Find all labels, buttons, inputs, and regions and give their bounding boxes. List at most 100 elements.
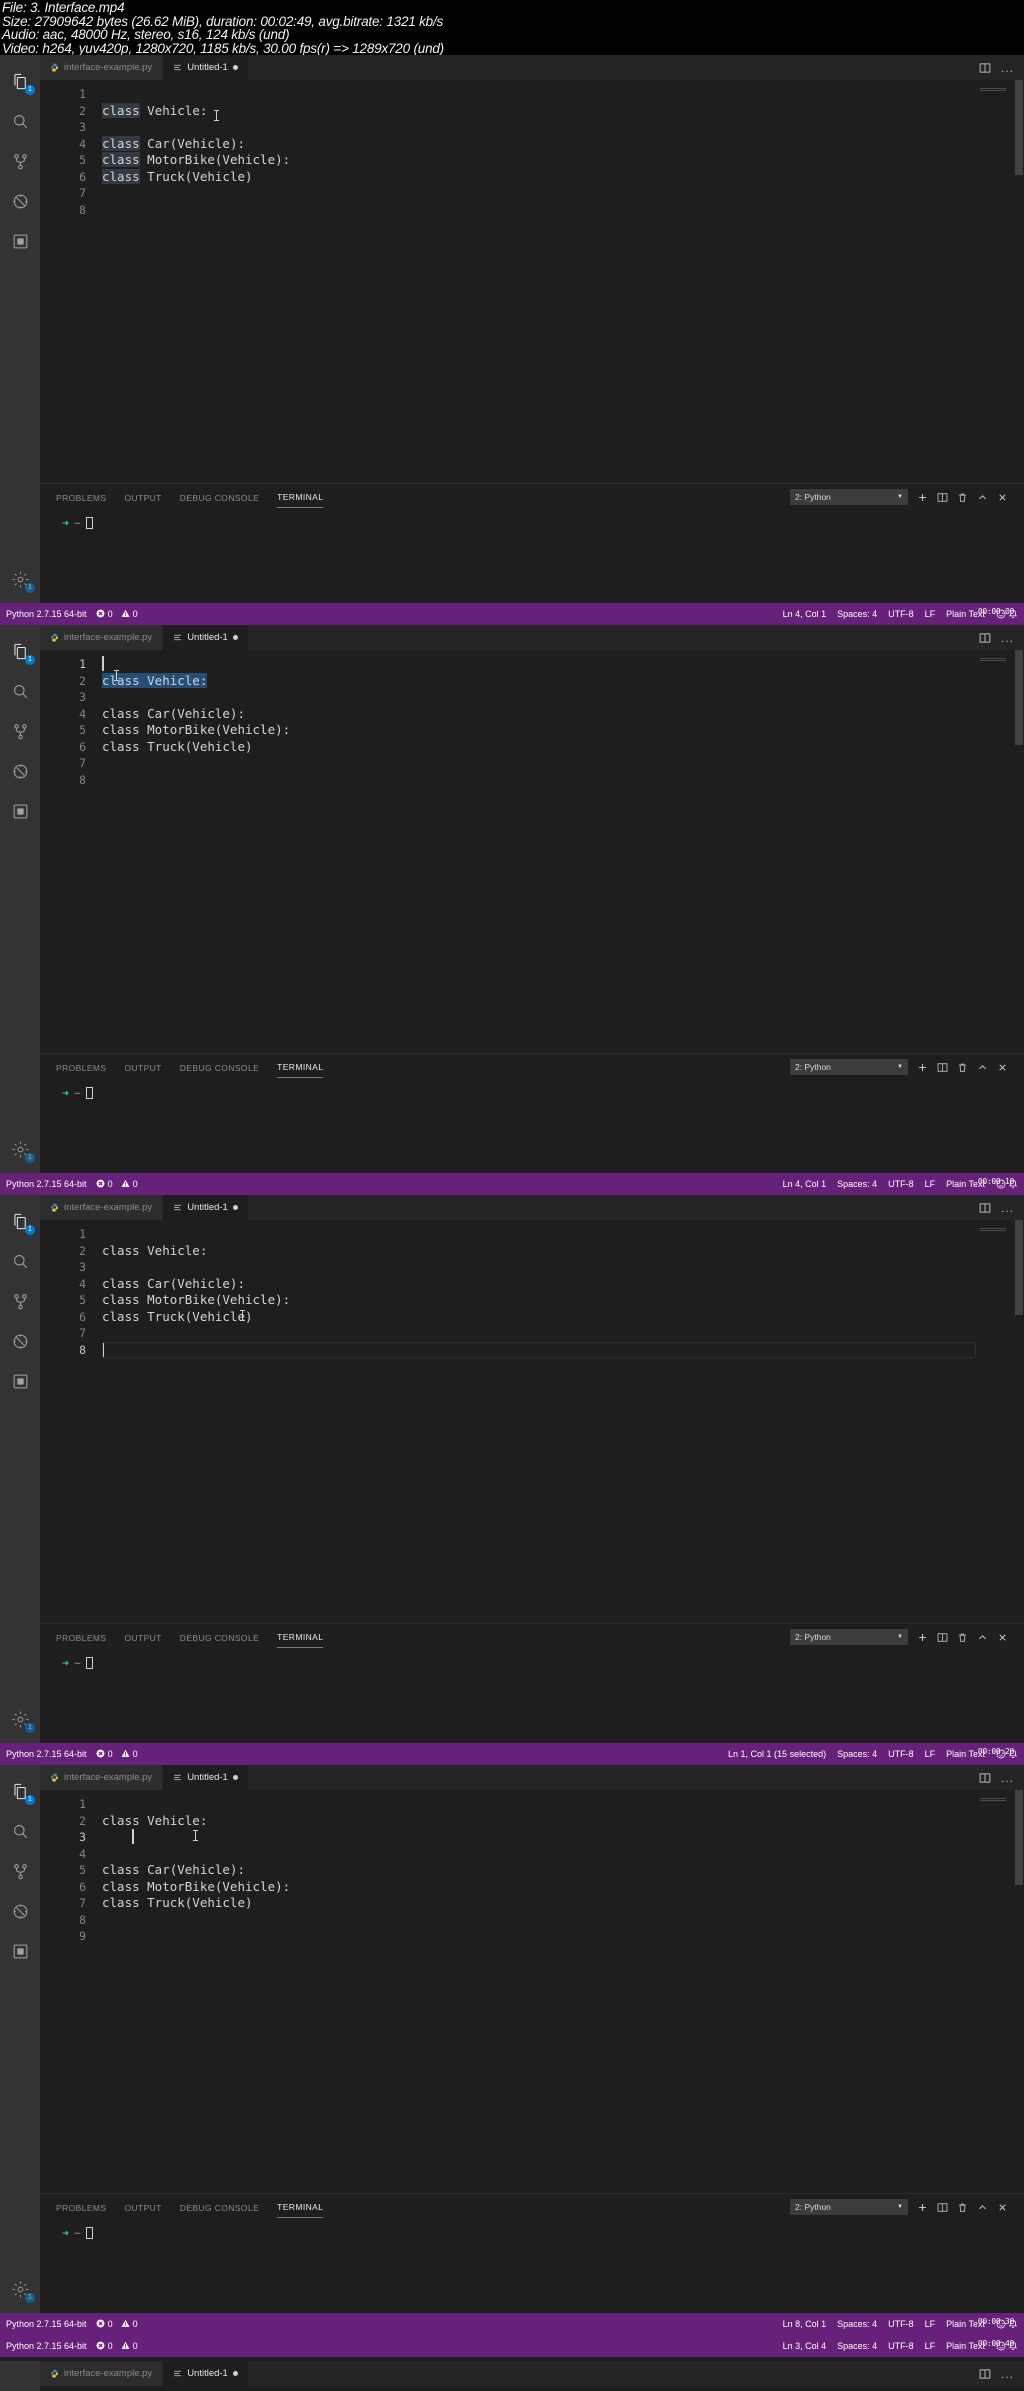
kill-terminal-icon[interactable]: [957, 1632, 968, 1643]
editor-tab-1[interactable]: interface-example.py: [40, 625, 164, 651]
activity-item-source-control[interactable]: [0, 711, 40, 751]
activity-item-run-debug[interactable]: [0, 181, 40, 221]
terminal-body[interactable]: ➜ ~: [40, 510, 1024, 530]
panel-tab-problems[interactable]: PROBLEMS: [56, 1627, 106, 1648]
panel-tab-debug-console[interactable]: DEBUG CONSOLE: [180, 1627, 259, 1648]
maximize-panel-icon[interactable]: [977, 1632, 988, 1643]
activity-item-extensions[interactable]: [0, 221, 40, 261]
status-eol[interactable]: LF: [925, 609, 936, 619]
panel-tab-terminal[interactable]: TERMINAL: [277, 2196, 324, 2219]
activity-item-search[interactable]: [0, 101, 40, 141]
status-python-version[interactable]: Python 2.7.15 64-bit: [6, 1749, 87, 1759]
activity-item-explorer[interactable]: 1: [0, 1201, 40, 1241]
status-encoding[interactable]: UTF-8: [888, 1179, 914, 1189]
activity-item-search[interactable]: [0, 671, 40, 711]
more-actions-icon[interactable]: ...: [1001, 1772, 1014, 1784]
close-panel-icon[interactable]: [997, 1632, 1008, 1643]
status-cursor-position[interactable]: Ln 3, Col 4: [783, 2341, 827, 2351]
close-panel-icon[interactable]: [997, 1062, 1008, 1073]
editor-tab-1[interactable]: interface-example.py: [40, 2361, 164, 2387]
panel-tab-output[interactable]: OUTPUT: [124, 487, 161, 508]
kill-terminal-icon[interactable]: [957, 492, 968, 503]
editor-tab-1[interactable]: interface-example.py: [40, 1195, 164, 1221]
activity-item-run-debug[interactable]: [0, 1321, 40, 1361]
activity-item-search[interactable]: [0, 1241, 40, 1281]
activity-item-settings[interactable]: 1: [0, 1129, 40, 1169]
maximize-panel-icon[interactable]: [977, 492, 988, 503]
activity-item-explorer[interactable]: 1: [0, 1771, 40, 1811]
panel-tab-terminal[interactable]: TERMINAL: [277, 1056, 324, 1079]
panel-tab-problems[interactable]: PROBLEMS: [56, 1057, 106, 1078]
status-python-version[interactable]: Python 2.7.15 64-bit: [6, 2319, 87, 2329]
status-encoding[interactable]: UTF-8: [888, 609, 914, 619]
editor-tab-2[interactable]: Untitled-1: [163, 55, 249, 81]
panel-tab-terminal[interactable]: TERMINAL: [277, 1626, 324, 1649]
status-encoding[interactable]: UTF-8: [888, 1749, 914, 1759]
status-indentation[interactable]: Spaces: 4: [837, 2319, 877, 2329]
terminal-selector[interactable]: 2: Python ▼: [790, 489, 908, 506]
status-problems[interactable]: 00: [96, 609, 138, 620]
more-actions-icon[interactable]: ...: [1001, 632, 1014, 644]
activity-item-source-control[interactable]: [0, 1851, 40, 1891]
terminal-selector[interactable]: 2: Python ▼: [790, 1059, 908, 1076]
editor-tab-1[interactable]: interface-example.py: [40, 1765, 164, 1791]
kill-terminal-icon[interactable]: [957, 1062, 968, 1073]
split-editor-icon[interactable]: [979, 632, 991, 644]
status-problems[interactable]: 00: [96, 1179, 138, 1190]
kill-terminal-icon[interactable]: [957, 2202, 968, 2213]
maximize-panel-icon[interactable]: [977, 1062, 988, 1073]
status-cursor-position[interactable]: Ln 4, Col 1: [783, 609, 827, 619]
terminal-body[interactable]: ➜ ~: [40, 2220, 1024, 2240]
status-eol[interactable]: LF: [925, 1749, 936, 1759]
status-indentation[interactable]: Spaces: 4: [837, 1749, 877, 1759]
panel-tab-terminal[interactable]: TERMINAL: [277, 486, 324, 509]
maximize-panel-icon[interactable]: [977, 2202, 988, 2213]
more-actions-icon[interactable]: ...: [1001, 62, 1014, 74]
activity-item-explorer[interactable]: 1: [0, 61, 40, 101]
activity-item-settings[interactable]: 1: [0, 559, 40, 599]
status-indentation[interactable]: Spaces: 4: [837, 2341, 877, 2351]
split-editor-icon[interactable]: [979, 62, 991, 74]
new-terminal-icon[interactable]: [917, 2202, 928, 2213]
activity-item-search[interactable]: [0, 1811, 40, 1851]
status-indentation[interactable]: Spaces: 4: [837, 1179, 877, 1189]
status-python-version[interactable]: Python 2.7.15 64-bit: [6, 1179, 87, 1189]
code-editor[interactable]: 1 2 class Vehicle: 3 4 class Car(Vehicle): 5 c…: [40, 650, 1024, 1054]
editor-tab-1[interactable]: interface-example.py: [40, 55, 164, 81]
more-actions-icon[interactable]: ...: [1001, 2368, 1014, 2380]
terminal-body[interactable]: ➜ ~: [40, 1650, 1024, 1670]
split-terminal-icon[interactable]: [937, 492, 948, 503]
activity-item-source-control[interactable]: [0, 141, 40, 181]
terminal-body[interactable]: ➜ ~: [40, 1080, 1024, 1100]
panel-tab-output[interactable]: OUTPUT: [124, 1627, 161, 1648]
terminal-selector[interactable]: 2: Python ▼: [790, 2199, 908, 2216]
code-editor[interactable]: 1 2 class Vehicle: 3 4 5 class Car(Vehicle)…: [40, 1790, 1024, 2194]
activity-item-extensions[interactable]: [0, 791, 40, 831]
activity-item-extensions[interactable]: [0, 1361, 40, 1401]
new-terminal-icon[interactable]: [917, 1062, 928, 1073]
status-cursor-position[interactable]: Ln 4, Col 1: [783, 1179, 827, 1189]
activity-item-run-debug[interactable]: [0, 1891, 40, 1931]
activity-item-settings[interactable]: 1: [0, 1699, 40, 1739]
status-eol[interactable]: LF: [925, 2319, 936, 2329]
panel-tab-problems[interactable]: PROBLEMS: [56, 2197, 106, 2218]
activity-item-run-debug[interactable]: [0, 751, 40, 791]
activity-item-extensions[interactable]: [0, 1931, 40, 1971]
split-terminal-icon[interactable]: [937, 2202, 948, 2213]
panel-tab-debug-console[interactable]: DEBUG CONSOLE: [180, 1057, 259, 1078]
new-terminal-icon[interactable]: [917, 1632, 928, 1643]
editor-tab-2[interactable]: Untitled-1: [163, 625, 249, 651]
more-actions-icon[interactable]: ...: [1001, 1202, 1014, 1214]
split-terminal-icon[interactable]: [937, 1632, 948, 1643]
split-editor-icon[interactable]: [979, 2368, 991, 2380]
terminal-selector[interactable]: 2: Python ▼: [790, 1629, 908, 1646]
status-python-version[interactable]: Python 2.7.15 64-bit: [6, 609, 87, 619]
status-encoding[interactable]: UTF-8: [888, 2341, 914, 2351]
split-editor-icon[interactable]: [979, 1202, 991, 1214]
activity-item-settings[interactable]: 1: [0, 2269, 40, 2309]
status-python-version[interactable]: Python 2.7.15 64-bit: [6, 2341, 87, 2351]
code-editor[interactable]: 1 2 class Vehicle: 3 4 class Car(Vehicle): 5…: [40, 1220, 1024, 1624]
panel-tab-output[interactable]: OUTPUT: [124, 1057, 161, 1078]
panel-tab-problems[interactable]: PROBLEMS: [56, 487, 106, 508]
status-problems[interactable]: 00: [96, 2341, 138, 2352]
